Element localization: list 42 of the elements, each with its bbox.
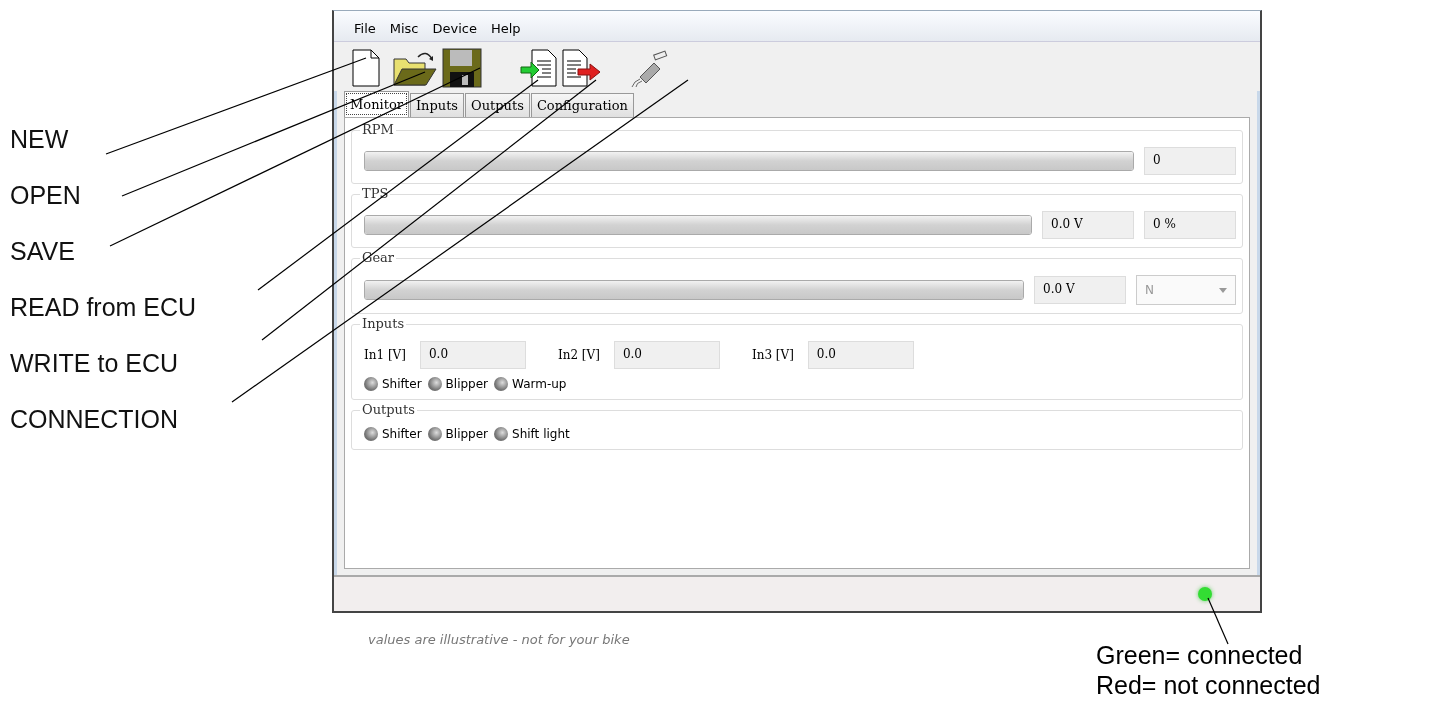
tab[interactable]: Inputs [409, 93, 465, 117]
callout-label: SAVE [10, 236, 76, 267]
field-label: In1 [V] [364, 348, 406, 362]
save-button[interactable] [442, 48, 482, 88]
menu-item[interactable]: Device [432, 21, 477, 36]
group-title: TPS [360, 186, 391, 201]
legend-text: Red= not connected [1096, 670, 1321, 700]
indicator-label: Shifter [382, 377, 422, 391]
tab[interactable]: Monitor [344, 91, 409, 117]
note-text: values are illustrative - not for your bike [368, 632, 630, 647]
field-label: In3 [V] [751, 348, 794, 362]
group-title: Outputs [360, 402, 417, 417]
new-file-button[interactable] [352, 49, 380, 87]
caret-icon [1219, 287, 1227, 293]
field-label: In2 [V] [557, 348, 600, 362]
callout-label: CONNECTION [10, 404, 180, 435]
reading-field: 0.0 V [1034, 276, 1126, 304]
input-field: 0.0 [419, 341, 526, 369]
legend-text: Green= connected [1096, 640, 1304, 670]
group-title: RPM [360, 122, 396, 137]
indicator-label: Shifter [382, 427, 422, 441]
group-title: Inputs [360, 316, 407, 331]
menu-item[interactable]: Help [491, 21, 521, 36]
indicator-label: Blipper [445, 427, 489, 441]
callout-label: OPEN [10, 180, 82, 211]
reading-field: 0 % [1144, 211, 1236, 239]
indicator-label: Warm-up [512, 377, 567, 391]
leader-line [1207, 597, 1229, 645]
connection-button[interactable] [628, 49, 668, 87]
read-button[interactable] [520, 49, 558, 87]
write-button[interactable] [562, 49, 602, 87]
indicator-label: Blipper [445, 377, 489, 391]
reading-field: 0.0 V [1042, 211, 1134, 239]
menu-item[interactable]: Misc [389, 21, 419, 36]
callout-label: READ from ECU [10, 292, 197, 323]
callout-label: WRITE to ECU [10, 348, 180, 379]
input-field: 0.0 [613, 341, 720, 369]
menu-item[interactable]: File [354, 21, 376, 36]
indicator-label: Shift light [512, 427, 570, 441]
input-field: 0.0 [807, 341, 914, 369]
callout-label: NEW [10, 124, 70, 155]
reading-field: 0 [1144, 147, 1236, 175]
